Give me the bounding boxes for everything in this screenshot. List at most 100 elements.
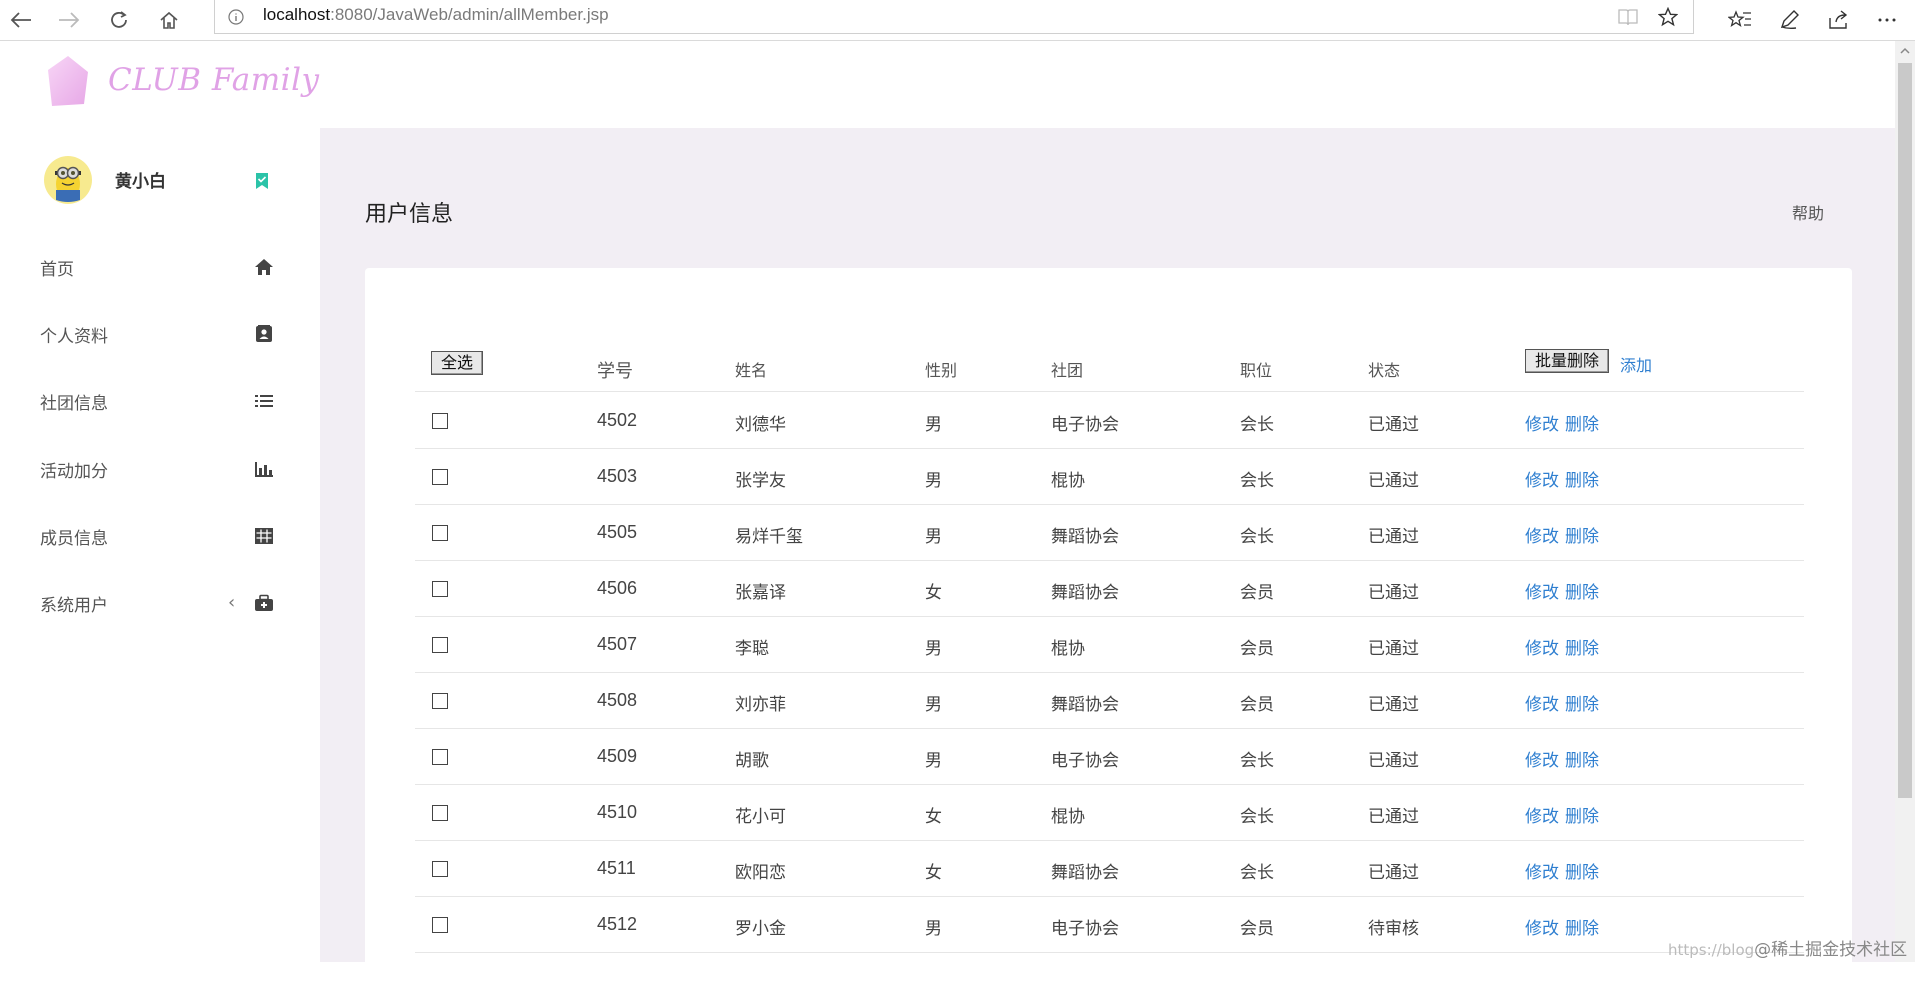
cell-position: 会员	[1240, 583, 1274, 603]
cell-gender: 男	[925, 695, 942, 715]
table-row: 4510 花小可 女 棍协 会长 已通过 修改 删除	[415, 785, 1804, 841]
row-checkbox[interactable]	[432, 861, 448, 877]
row-actions: 修改 删除	[1525, 914, 1605, 939]
row-checkbox[interactable]	[432, 805, 448, 821]
scroll-up-arrow-icon[interactable]	[1899, 45, 1911, 57]
sidebar-item-home[interactable]: 首页	[0, 242, 320, 292]
add-link[interactable]: 添加	[1620, 352, 1652, 376]
page-scrollbar[interactable]	[1895, 41, 1915, 962]
cell-position: 会长	[1240, 751, 1274, 771]
back-button[interactable]	[4, 3, 38, 37]
delete-link[interactable]: 删除	[1565, 415, 1599, 435]
sidebar-item-label: 系统用户	[40, 596, 108, 616]
sidebar-item-activity-points[interactable]: 活动加分	[0, 444, 320, 494]
logo-text: CLUB Family	[108, 62, 320, 98]
cell-club: 舞蹈协会	[1051, 695, 1119, 715]
header-club: 社团	[1051, 361, 1084, 380]
web-note-button[interactable]	[1772, 3, 1806, 37]
delete-link[interactable]: 删除	[1565, 695, 1599, 715]
delete-link[interactable]: 删除	[1565, 863, 1599, 883]
cell-name: 刘德华	[735, 415, 786, 435]
delete-link[interactable]: 删除	[1565, 583, 1599, 603]
member-table-card: 全选 学号 姓名 性别 社团 职位 状态 批量删除 添加 4502 刘德华男电子协…	[365, 268, 1852, 988]
delete-link[interactable]: 删除	[1565, 807, 1599, 827]
address-bar[interactable]: localhost:8080/JavaWeb/admin/allMember.j…	[214, 0, 1694, 34]
delete-link[interactable]: 删除	[1565, 751, 1599, 771]
cell-gender: 男	[925, 919, 942, 939]
edit-link[interactable]: 修改	[1525, 639, 1559, 659]
table-row: 4512 罗小金 男 电子协会 会员 待审核 修改 删除	[415, 897, 1804, 953]
edit-link[interactable]: 修改	[1525, 583, 1559, 603]
cell-status: 已通过	[1368, 807, 1419, 827]
info-icon[interactable]	[228, 9, 244, 25]
edit-link[interactable]: 修改	[1525, 695, 1559, 715]
cell-id: 4510	[597, 802, 638, 822]
row-checkbox[interactable]	[432, 413, 448, 429]
edit-link[interactable]: 修改	[1525, 807, 1559, 827]
edit-link[interactable]: 修改	[1525, 751, 1559, 771]
cell-position: 会员	[1240, 919, 1274, 939]
pentagon-logo-icon	[48, 56, 88, 106]
forward-button[interactable]	[52, 3, 86, 37]
cell-status: 已通过	[1368, 863, 1419, 883]
cell-gender: 女	[925, 863, 942, 883]
share-button[interactable]	[1822, 3, 1856, 37]
select-all-button[interactable]: 全选	[431, 351, 484, 375]
favorites-hub-button[interactable]	[1723, 3, 1757, 37]
edit-link[interactable]: 修改	[1525, 415, 1559, 435]
page-title: 用户信息	[365, 202, 454, 227]
arrow-left-icon	[10, 12, 31, 28]
delete-link[interactable]: 删除	[1565, 471, 1599, 491]
url-text[interactable]: localhost:8080/JavaWeb/admin/allMember.j…	[263, 5, 609, 25]
url-path: :8080/JavaWeb/admin/allMember.jsp	[330, 5, 609, 24]
sidebar-item-profile[interactable]: 个人资料	[0, 309, 320, 359]
scrollbar-thumb[interactable]	[1898, 63, 1912, 798]
sidebar-item-member-info[interactable]: 成员信息	[0, 511, 320, 561]
sidebar-item-system-users[interactable]: 系统用户 ‹	[0, 578, 320, 628]
row-checkbox[interactable]	[432, 749, 448, 765]
cell-name: 胡歌	[735, 751, 769, 771]
sidebar-item-club-info[interactable]: 社团信息	[0, 376, 320, 426]
row-checkbox[interactable]	[432, 469, 448, 485]
edit-link[interactable]: 修改	[1525, 919, 1559, 939]
row-checkbox[interactable]	[432, 693, 448, 709]
edit-link[interactable]: 修改	[1525, 471, 1559, 491]
delete-link[interactable]: 删除	[1565, 527, 1599, 547]
cell-name: 刘亦菲	[735, 695, 786, 715]
more-button[interactable]	[1870, 3, 1904, 37]
cell-club: 棍协	[1051, 471, 1085, 491]
edit-link[interactable]: 修改	[1525, 527, 1559, 547]
table-row: 4503 张学友 男 棍协 会长 已通过 修改 删除	[415, 449, 1804, 505]
delete-link[interactable]: 删除	[1565, 639, 1599, 659]
row-checkbox[interactable]	[432, 581, 448, 597]
cell-id: 4508	[597, 690, 638, 710]
cell-gender: 女	[925, 807, 942, 827]
table-row: 4511 欧阳恋 女 舞蹈协会 会长 已通过 修改 删除	[415, 841, 1804, 897]
header-name: 姓名	[735, 361, 768, 380]
sidebar-item-label: 成员信息	[40, 529, 108, 549]
edit-link[interactable]: 修改	[1525, 863, 1559, 883]
header-position: 职位	[1240, 361, 1273, 380]
row-actions: 修改 删除	[1525, 858, 1605, 883]
cell-gender: 男	[925, 471, 942, 491]
list-icon	[255, 395, 273, 407]
pen-icon	[1780, 10, 1799, 30]
row-checkbox[interactable]	[432, 637, 448, 653]
help-link[interactable]: 帮助	[1792, 200, 1824, 224]
cell-status: 已通过	[1368, 583, 1419, 603]
cell-position: 会长	[1240, 527, 1274, 547]
batch-delete-button[interactable]: 批量删除	[1525, 349, 1610, 373]
refresh-button[interactable]	[102, 3, 136, 37]
row-checkbox[interactable]	[432, 917, 448, 933]
row-actions: 修改 删除	[1525, 746, 1605, 771]
cell-id: 4512	[597, 914, 638, 934]
avatar	[44, 156, 92, 204]
row-checkbox[interactable]	[432, 525, 448, 541]
header-id: 学号	[597, 361, 633, 381]
delete-link[interactable]: 删除	[1565, 919, 1599, 939]
cell-club: 棍协	[1051, 807, 1085, 827]
home-button[interactable]	[152, 3, 186, 37]
online-status-icon	[256, 173, 268, 189]
reading-view-button[interactable]	[1615, 4, 1641, 30]
favorite-button[interactable]	[1655, 4, 1681, 30]
